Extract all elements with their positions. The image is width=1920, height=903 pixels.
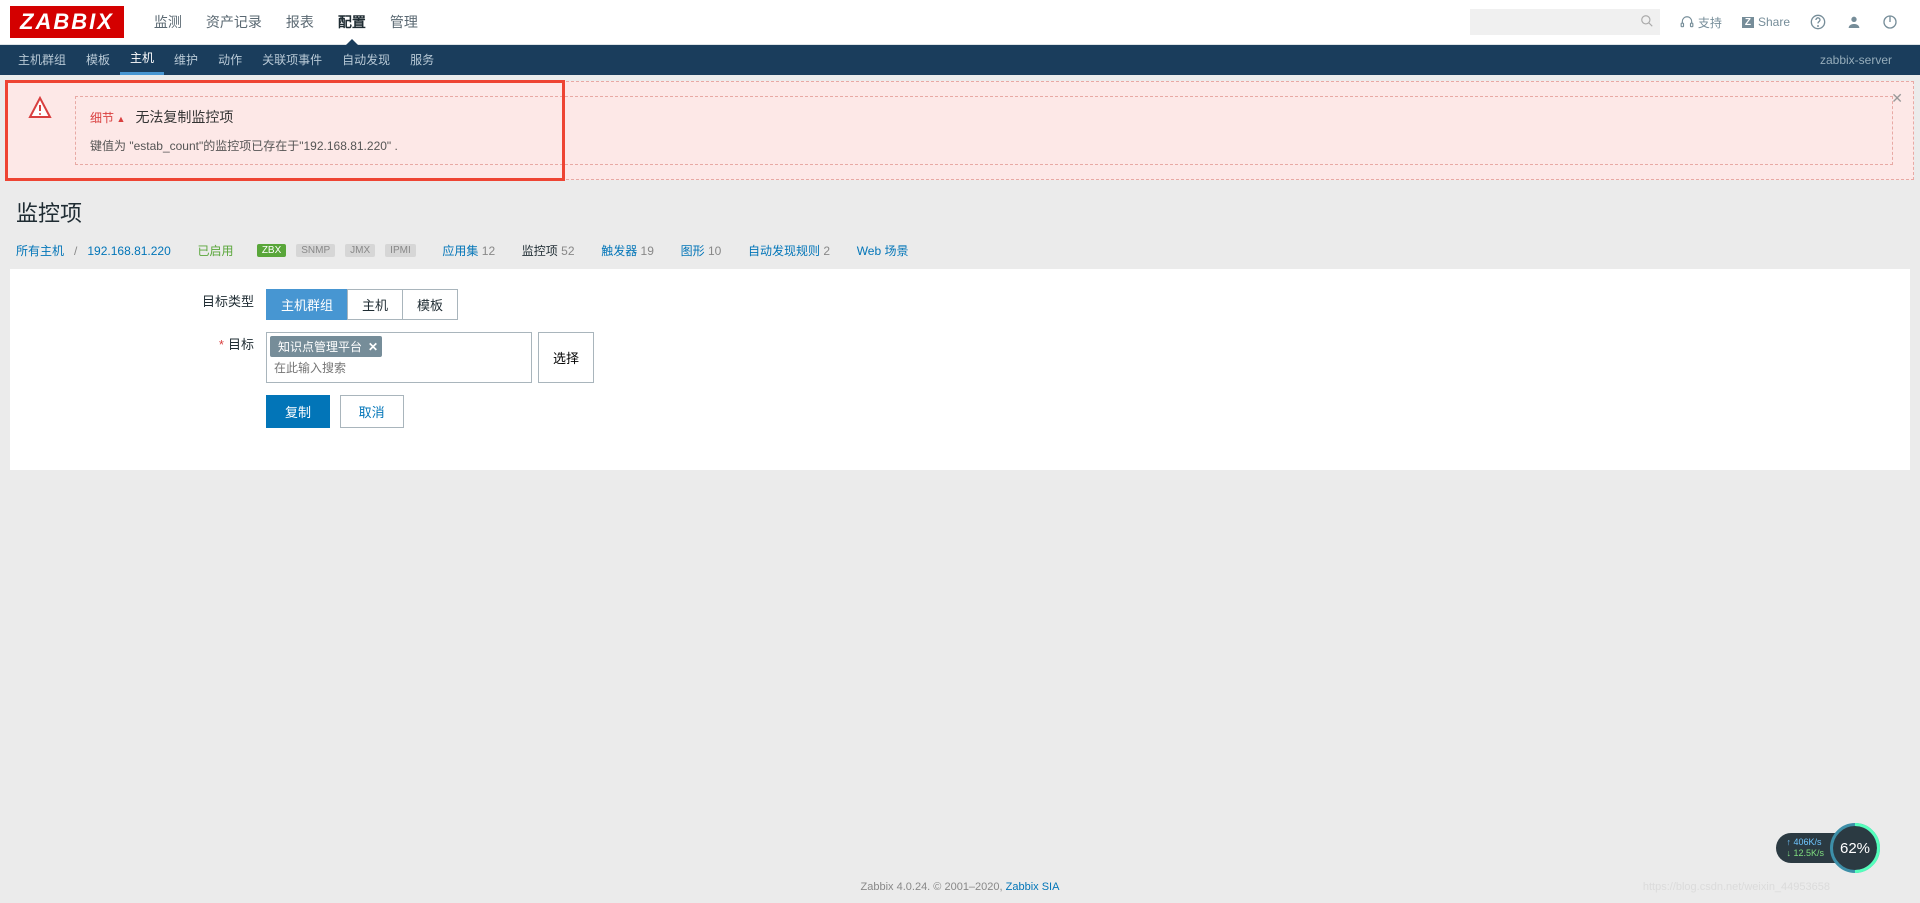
target-type-group: 主机群组 主机 模板 <box>266 289 458 320</box>
alert-title: 无法复制监控项 <box>135 107 233 127</box>
target-tag: 知识点管理平台 ✕ <box>270 336 382 357</box>
headset-icon <box>1680 15 1694 29</box>
search-input[interactable] <box>1470 9 1660 35</box>
copy-button[interactable]: 复制 <box>266 395 330 428</box>
share-badge-icon: Z <box>1742 17 1754 28</box>
alert-details-link[interactable]: 细节 <box>90 109 125 126</box>
download-speed: ↓ 12.5K/s <box>1786 848 1824 859</box>
target-multiselect[interactable]: 知识点管理平台 ✕ <box>266 332 532 383</box>
logo[interactable]: ZABBIX <box>10 6 124 38</box>
nav-administration[interactable]: 管理 <box>390 0 418 45</box>
badge-jmx: JMX <box>345 244 375 257</box>
form-panel: 目标类型 主机群组 主机 模板 *目标 知识点管理平台 ✕ 选择 复制 取消 <box>10 269 1910 470</box>
user-icon[interactable] <box>1838 10 1870 34</box>
page-title: 监控项 <box>0 186 1920 236</box>
subnav-discovery[interactable]: 自动发现 <box>332 45 400 75</box>
select-button[interactable]: 选择 <box>538 332 594 383</box>
label-target: *目标 <box>10 332 266 358</box>
alert-close-icon[interactable]: ✕ <box>1891 90 1903 107</box>
link-all-hosts[interactable]: 所有主机 <box>16 242 64 259</box>
target-search-input[interactable] <box>270 357 528 379</box>
footer-link[interactable]: Zabbix SIA <box>1006 881 1060 893</box>
top-bar: ZABBIX 监测 资产记录 报表 配置 管理 支持 Z Share <box>0 0 1920 45</box>
tab-applications[interactable]: 应用集 12 <box>442 242 495 259</box>
share-link[interactable]: Z Share <box>1734 11 1798 33</box>
logout-icon[interactable] <box>1874 10 1906 34</box>
subnav-services[interactable]: 服务 <box>400 45 444 75</box>
tag-remove-icon[interactable]: ✕ <box>368 340 378 354</box>
upload-speed: ↑ 406K/s <box>1786 837 1824 848</box>
badge-ipmi: IPMI <box>385 244 416 257</box>
search-icon[interactable] <box>1640 14 1654 28</box>
footer: Zabbix 4.0.24. © 2001–2020, Zabbix SIA <box>0 871 1920 903</box>
tab-web-scenarios[interactable]: Web 场景 <box>857 242 909 259</box>
seg-hostgroups[interactable]: 主机群组 <box>266 289 348 320</box>
tab-discovery-rules[interactable]: 自动发现规则 2 <box>748 242 830 259</box>
speed-circle[interactable]: 62% <box>1830 823 1880 873</box>
breadcrumb-sep: / <box>74 244 77 258</box>
subnav-hosts[interactable]: 主机 <box>120 45 164 75</box>
badge-snmp: SNMP <box>296 244 335 257</box>
top-right: 支持 Z Share <box>1470 9 1920 35</box>
nav-monitoring[interactable]: 监测 <box>154 0 182 45</box>
cancel-button[interactable]: 取消 <box>340 395 404 428</box>
badge-zbx: ZBX <box>257 244 286 257</box>
watermark: https://blog.csdn.net/weixin_44953658 <box>1643 881 1830 893</box>
alert-error: 细节 无法复制监控项 键值为 "estab_count"的监控项已存在于"192… <box>6 81 1914 180</box>
alert-message: 键值为 "estab_count"的监控项已存在于"192.168.81.220… <box>90 137 1878 154</box>
nav-configuration[interactable]: 配置 <box>338 0 366 45</box>
subnav-hostgroups[interactable]: 主机群组 <box>8 45 76 75</box>
search-wrap <box>1470 9 1660 35</box>
nav-reports[interactable]: 报表 <box>286 0 314 45</box>
tab-triggers[interactable]: 触发器 19 <box>601 242 654 259</box>
subnav-templates[interactable]: 模板 <box>76 45 120 75</box>
nav-inventory[interactable]: 资产记录 <box>206 0 262 45</box>
alert-body: 细节 无法复制监控项 键值为 "estab_count"的监控项已存在于"192… <box>75 96 1893 165</box>
seg-hosts[interactable]: 主机 <box>347 289 403 320</box>
tab-graphs[interactable]: 图形 10 <box>681 242 722 259</box>
subnav-actions[interactable]: 动作 <box>208 45 252 75</box>
subnav-maintenance[interactable]: 维护 <box>164 45 208 75</box>
seg-templates[interactable]: 模板 <box>402 289 458 320</box>
link-host[interactable]: 192.168.81.220 <box>87 244 170 258</box>
speed-widget[interactable]: ↑ 406K/s ↓ 12.5K/s 62% <box>1776 823 1880 873</box>
subnav-correlation[interactable]: 关联项事件 <box>252 45 332 75</box>
tab-items[interactable]: 监控项 52 <box>522 242 575 259</box>
breadcrumb: 所有主机 / 192.168.81.220 已启用 ZBX SNMP JMX IPMI… <box>0 236 1920 269</box>
main-nav: 监测 资产记录 报表 配置 管理 <box>142 0 430 45</box>
label-target-type: 目标类型 <box>10 289 266 315</box>
help-icon[interactable] <box>1802 10 1834 34</box>
support-link[interactable]: 支持 <box>1672 10 1730 35</box>
sub-nav: 主机群组 模板 主机 维护 动作 关联项事件 自动发现 服务 zabbix-se… <box>0 45 1920 75</box>
status-enabled: 已启用 <box>197 242 233 259</box>
warning-icon <box>27 96 53 120</box>
server-name: zabbix-server <box>1820 53 1912 67</box>
